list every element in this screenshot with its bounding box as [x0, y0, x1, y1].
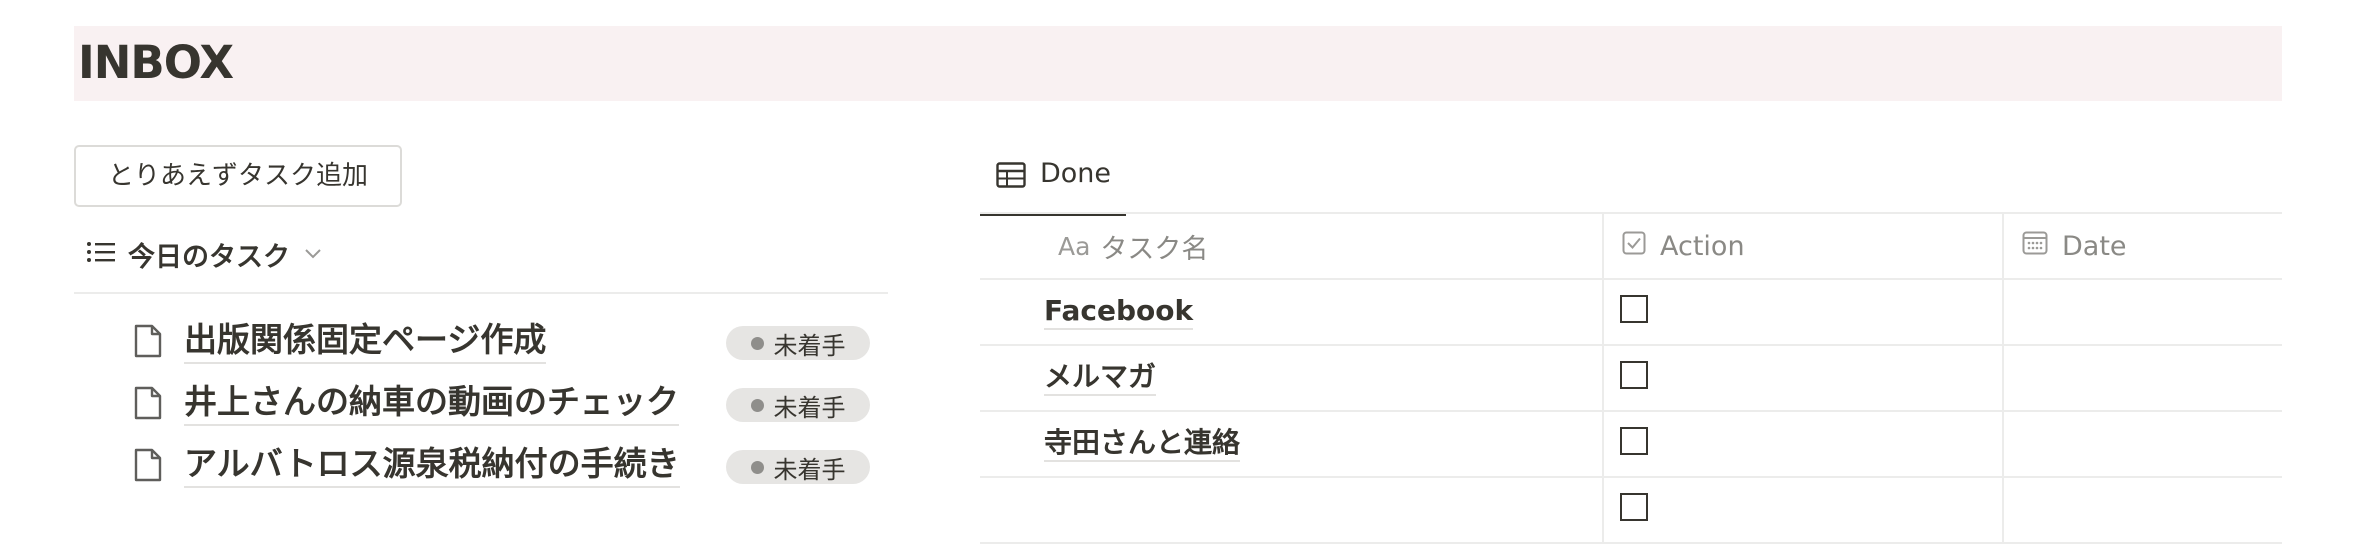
list-item[interactable]: 井上さんの納車の動画のチェック 未着手 [134, 378, 870, 428]
column-label: Date [2062, 230, 2127, 262]
table-row [980, 478, 2282, 544]
status-badge: 未着手 [726, 326, 870, 360]
action-checkbox[interactable] [1620, 361, 1648, 389]
action-checkbox[interactable] [1620, 295, 1648, 323]
status-dot [750, 460, 764, 474]
add-task-button[interactable]: とりあえずタスク追加 [74, 145, 402, 207]
page-icon [134, 386, 162, 424]
date-cell[interactable] [2002, 346, 2282, 410]
table-header-row: Aa タスク名 Action Date [980, 214, 2282, 280]
column-label: Action [1660, 230, 1745, 262]
row-name[interactable]: メルマガ [1044, 360, 1157, 396]
status-label: 未着手 [773, 455, 846, 484]
view-label: 今日のタスク [128, 241, 290, 273]
row-name[interactable]: Facebook [1044, 294, 1194, 330]
action-checkbox[interactable] [1620, 493, 1648, 521]
list-item[interactable]: アルバトロス源泉税納付の手続き 未着手 [134, 440, 870, 490]
status-badge: 未着手 [726, 388, 870, 422]
tab-done[interactable]: Done [980, 150, 1126, 216]
table-icon [996, 162, 1026, 192]
status-label: 未着手 [773, 393, 846, 422]
calendar-icon [2022, 230, 2048, 263]
task-title[interactable]: 井上さんの納車の動画のチェック [184, 382, 679, 426]
tab-label: Done [1040, 158, 1112, 189]
chevron-down-icon[interactable] [304, 245, 322, 264]
date-cell[interactable] [2002, 478, 2282, 542]
action-cell [1602, 346, 2002, 410]
name-cell[interactable]: Facebook [980, 280, 1602, 344]
page-icon [134, 448, 162, 486]
column-header-action[interactable]: Action [1602, 214, 2002, 278]
list-item[interactable]: 出版関係固定ページ作成 未着手 [134, 316, 870, 366]
status-dot [750, 336, 764, 350]
date-cell[interactable] [2002, 280, 2282, 344]
divider [74, 292, 888, 294]
checkbox-icon [1622, 231, 1646, 262]
action-cell [1602, 280, 2002, 344]
name-cell[interactable] [980, 478, 1602, 542]
column-header-date[interactable]: Date [2002, 214, 2282, 278]
row-name[interactable]: 寺田さんと連絡 [1044, 426, 1241, 462]
name-cell[interactable]: メルマガ [980, 346, 1602, 410]
table-row: 寺田さんと連絡 [980, 412, 2282, 478]
action-checkbox[interactable] [1620, 427, 1648, 455]
action-cell [1602, 478, 2002, 542]
status-badge: 未着手 [726, 450, 870, 484]
done-table: Aa タスク名 Action Date Facebook メルマガ 寺田さんと連… [980, 214, 2282, 544]
text-type-icon: Aa [1058, 231, 1091, 261]
column-label: タスク名 [1100, 233, 1209, 265]
column-header-name[interactable]: Aa タスク名 [980, 214, 1602, 278]
page-icon [134, 324, 162, 362]
status-dot [750, 398, 764, 412]
page-header: INBOX [74, 26, 2282, 101]
table-row: メルマガ [980, 346, 2282, 412]
name-cell[interactable]: 寺田さんと連絡 [980, 412, 1602, 476]
page-title: INBOX [78, 36, 234, 89]
task-title[interactable]: 出版関係固定ページ作成 [184, 320, 547, 364]
status-label: 未着手 [773, 331, 846, 360]
view-selector-today[interactable]: 今日のタスク [86, 232, 322, 276]
table-row: Facebook [980, 280, 2282, 346]
list-icon [86, 240, 116, 268]
task-title[interactable]: アルバトロス源泉税納付の手続き [184, 444, 680, 488]
date-cell[interactable] [2002, 412, 2282, 476]
action-cell [1602, 412, 2002, 476]
